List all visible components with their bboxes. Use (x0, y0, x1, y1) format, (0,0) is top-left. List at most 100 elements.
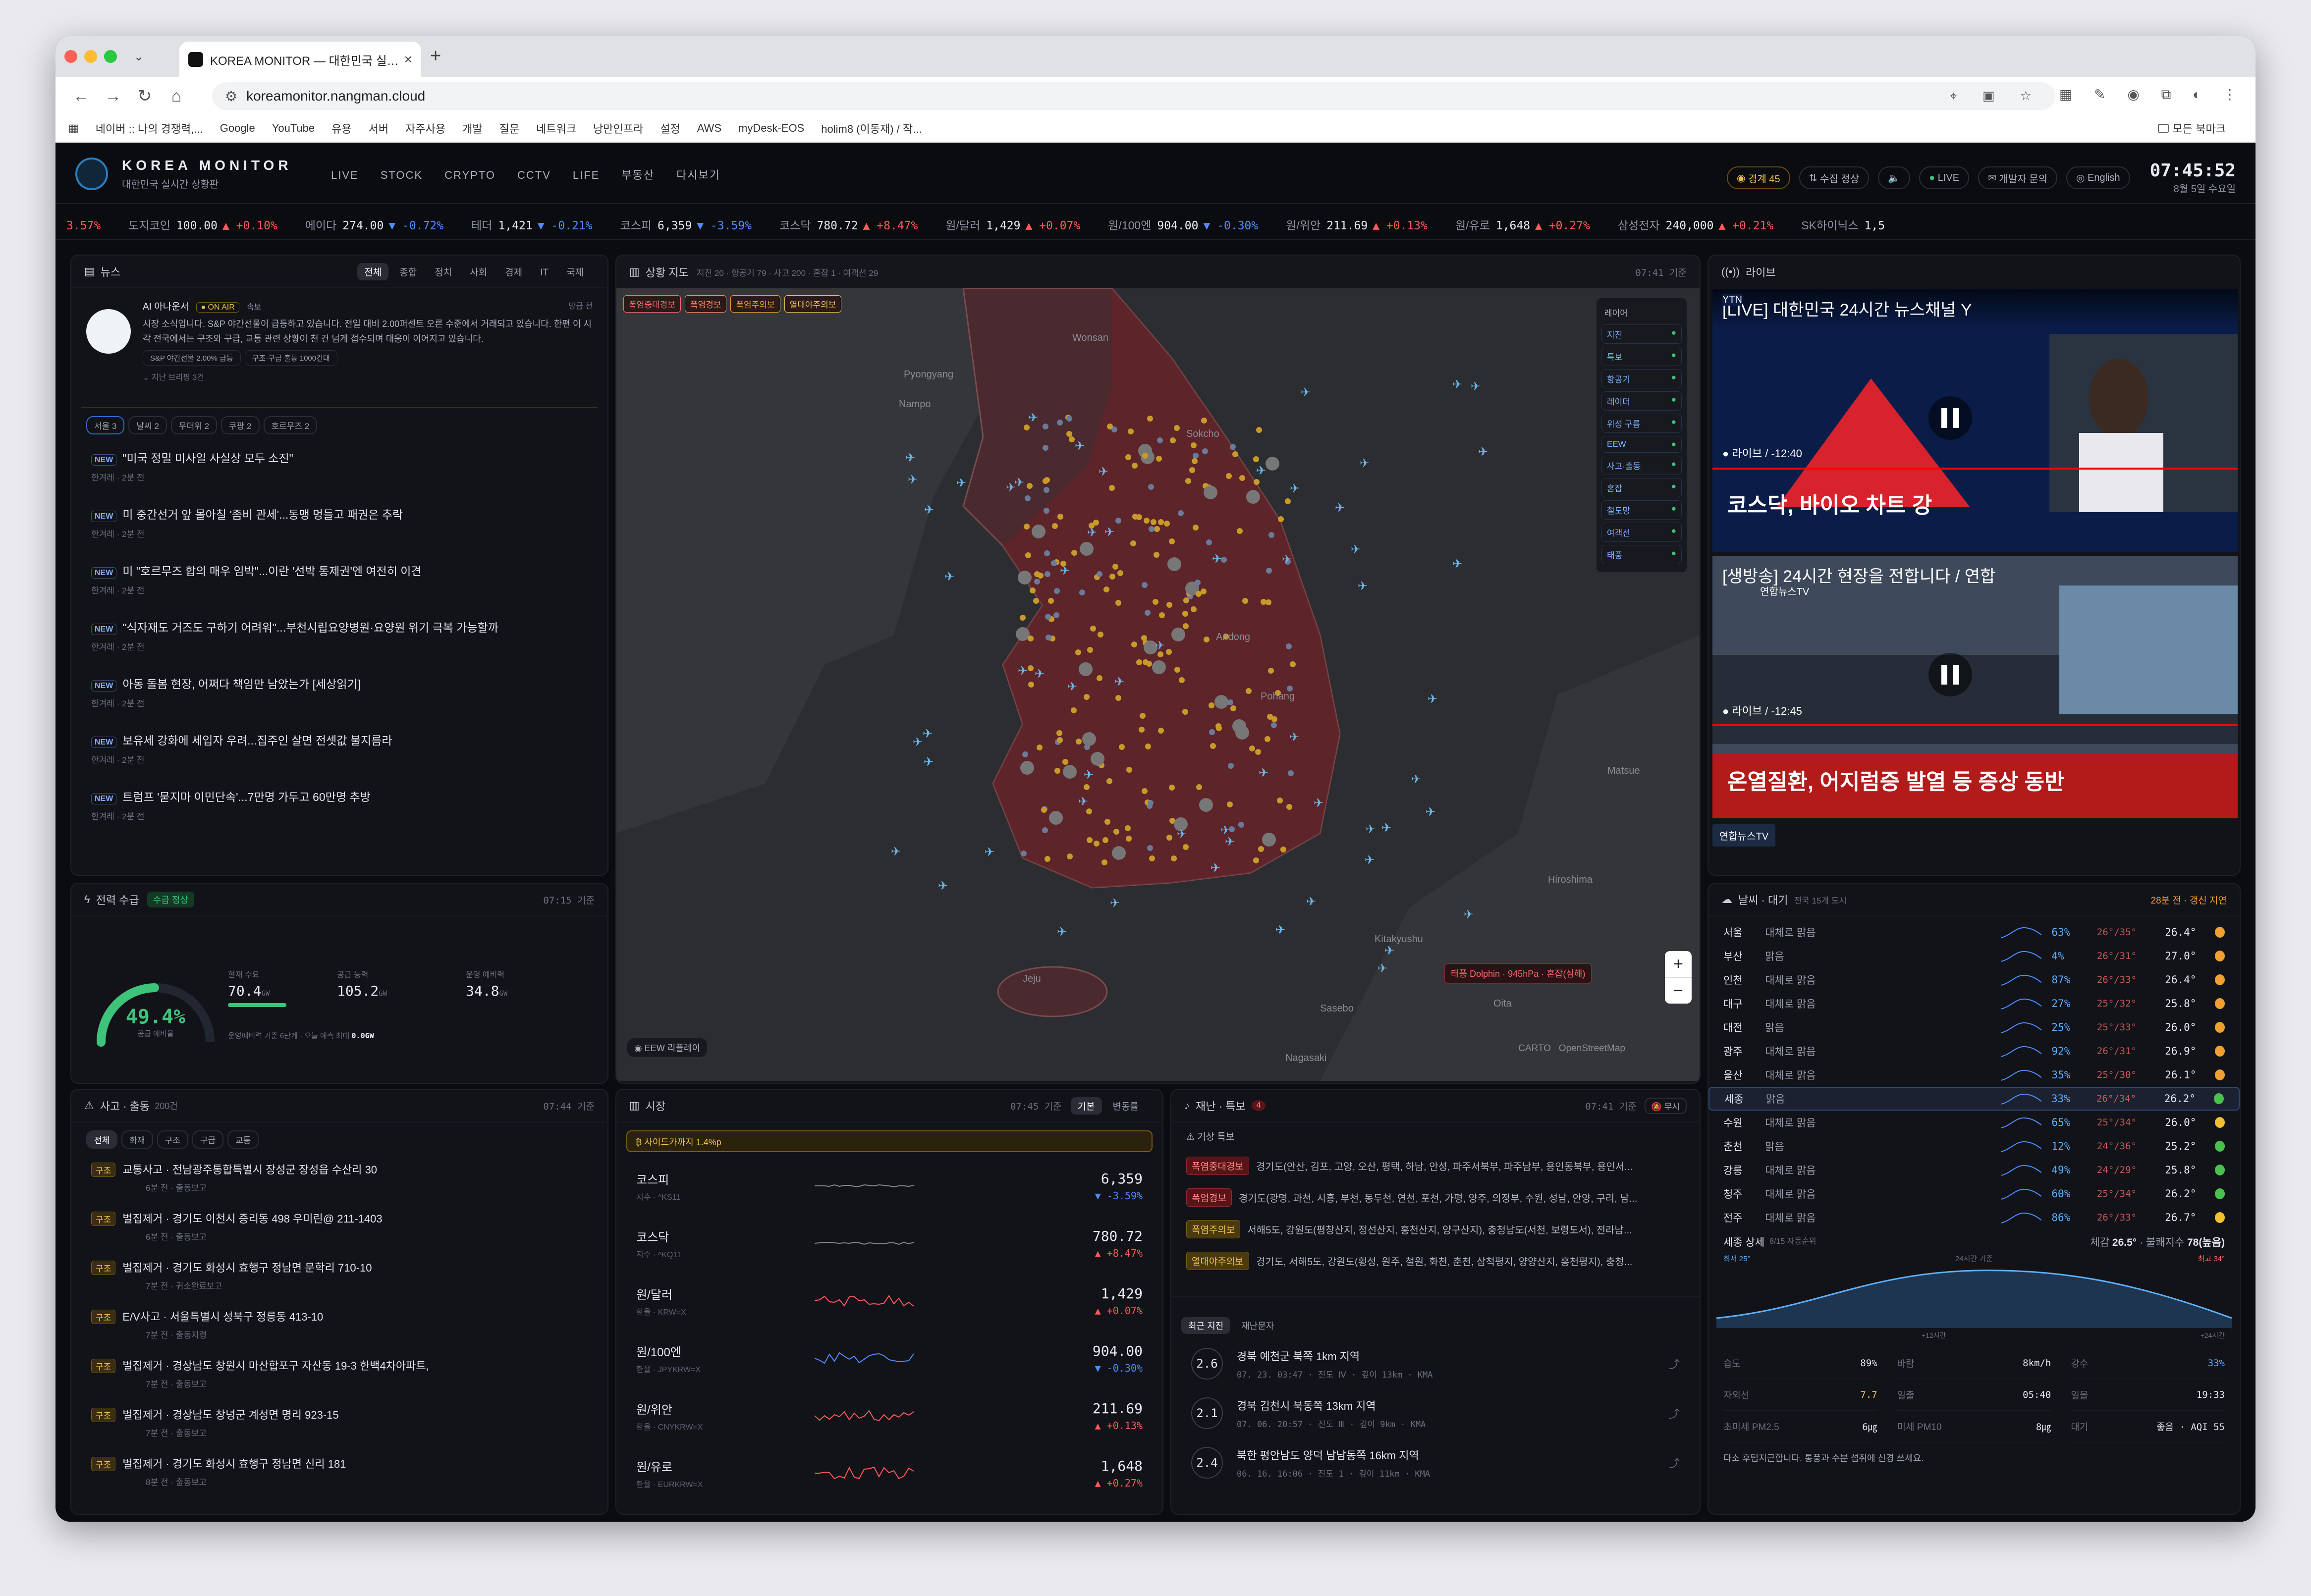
incident-marker[interactable] (1109, 485, 1115, 491)
ticker-item[interactable]: 원/달러 1,429 ▲ +0.07% (945, 216, 1080, 233)
incident-marker[interactable] (1041, 807, 1047, 813)
incident-marker[interactable] (1113, 829, 1119, 835)
incident-marker[interactable] (1239, 475, 1245, 481)
incident-marker[interactable] (1253, 456, 1259, 462)
situation-map[interactable]: ✈ ✈ ✈ ✈ ✈ ✈ ✈ ✈ ✈ ✈ ✈ ✈ ✈ ✈ ✈ ✈ ✈ ✈ ✈ ✈ ✈ ✈ ✈ ✈ ✈ ✈ ✈ ✈ ✈ ✈ ✈ ✈ ✈ ✈ ✈ ✈ ✈ ✈ ✈ ✈… (616, 288, 1700, 1081)
incident-marker[interactable] (1171, 855, 1177, 861)
incident-marker[interactable] (1071, 550, 1077, 556)
aircraft-icon[interactable]: ✈ (1381, 821, 1391, 835)
incident-marker[interactable] (1182, 611, 1188, 617)
ticker-item[interactable]: 원/위안 211.69 ▲ +0.13% (1286, 216, 1428, 233)
city-weather-row[interactable]: 세종 맑음 33% 26°/34° 26.2° (1708, 1087, 2240, 1111)
tab-list-chevron-icon[interactable]: ⌄ (134, 50, 144, 64)
incident-marker[interactable] (1033, 598, 1039, 604)
aircraft-icon[interactable]: ✈ (1290, 482, 1300, 495)
incident-marker[interactable] (1037, 745, 1043, 750)
incident-marker[interactable] (1053, 612, 1059, 618)
back-button[interactable]: ← (65, 87, 97, 106)
aircraft-icon[interactable]: ✈ (924, 755, 934, 769)
news-tab[interactable]: 국제 (559, 263, 591, 280)
layer-toggle[interactable]: 위성 구름 ● (1601, 414, 1682, 433)
aircraft-icon[interactable]: ✈ (923, 727, 933, 741)
aircraft-icon[interactable]: ✈ (1075, 439, 1085, 453)
city-weather-row[interactable]: 광주 대체로 맑음 92% 26°/31° 26.9° (1708, 1039, 2240, 1063)
layer-toggle[interactable]: 철도망 ● (1601, 500, 1682, 520)
city-weather-row[interactable]: 부산 맑음 4% 26°/31° 27.0° (1708, 944, 2240, 968)
ticker-item[interactable]: SK하이닉스 1,5 (1801, 216, 1890, 233)
incident-marker[interactable] (1097, 571, 1102, 577)
incident-marker[interactable] (1030, 587, 1036, 593)
incident-marker[interactable] (1106, 778, 1112, 784)
incident-marker[interactable] (1166, 649, 1172, 655)
ticker-item[interactable]: 코스닥 780.72 ▲ +8.47% (779, 216, 918, 233)
incident-marker[interactable] (1069, 436, 1075, 442)
incident-marker[interactable] (1045, 571, 1050, 577)
aircraft-icon[interactable]: ✈ (1452, 557, 1462, 571)
incident-marker[interactable] (1255, 749, 1261, 755)
incident-marker[interactable] (1280, 847, 1286, 852)
weather-warning-row[interactable]: 폭염주의보 서해5도, 강원도(평창산지, 정선산지, 홍천산지, 양구산지), … (1171, 1213, 1700, 1245)
aircraft-icon[interactable]: ✈ (1060, 564, 1070, 578)
news-tab[interactable]: 종합 (392, 263, 424, 280)
bookmark-item[interactable]: 낭만인프라 (593, 120, 643, 136)
incident-marker[interactable] (1193, 453, 1199, 459)
aircraft-icon[interactable]: ✈ (1057, 925, 1067, 939)
incident-marker[interactable] (1226, 473, 1232, 479)
aircraft-icon[interactable]: ✈ (985, 846, 994, 859)
incident-item[interactable]: 구조 벌집제거 · 경상남도 창원시 마산합포구 자산동 19-3 한백4차아파트… (71, 1348, 607, 1397)
incident-marker[interactable] (1192, 458, 1198, 464)
incident-marker[interactable] (1020, 761, 1034, 775)
news-tab[interactable]: IT (533, 266, 555, 280)
incident-marker[interactable] (1067, 853, 1073, 859)
aircraft-icon[interactable]: ✈ (1282, 553, 1292, 566)
incident-marker[interactable] (1182, 709, 1188, 715)
bookmark-item[interactable]: myDesk-EOS (738, 120, 804, 136)
incident-marker[interactable] (1054, 768, 1060, 774)
incident-item[interactable]: 구조 벌집제거 · 경기도 화성시 효행구 정남면 문학리 710-10 7분 전 … (71, 1250, 607, 1299)
incident-marker[interactable] (1028, 665, 1034, 671)
incident-marker[interactable] (1227, 801, 1233, 807)
aircraft-icon[interactable]: ✈ (1212, 552, 1222, 566)
incident-marker[interactable] (1140, 713, 1146, 719)
incident-marker[interactable] (1286, 643, 1292, 649)
incident-marker[interactable] (1091, 752, 1104, 766)
reload-button[interactable]: ↻ (129, 86, 161, 106)
incident-marker[interactable] (1111, 426, 1117, 432)
ytn-progress-bar[interactable] (1712, 468, 2238, 470)
incident-marker[interactable] (1158, 519, 1164, 525)
aircraft-icon[interactable]: ✈ (1114, 675, 1124, 689)
bookmark-item[interactable]: 네이버 :: 나의 경쟁력,... (96, 120, 203, 136)
ytn-video-player[interactable]: [LIVE] 대한민국 24시간 뉴스채널 Y YTN ● 라이브 / -12:… (1712, 289, 2238, 552)
city-weather-row[interactable]: 울산 대체로 맑음 35% 25°/30° 26.1° (1708, 1063, 2240, 1087)
aircraft-icon[interactable]: ✈ (1314, 797, 1323, 810)
address-bar[interactable]: ⚙ koreamonitor.nangman.cloud ⌖ ▣ ☆ (212, 82, 2055, 110)
incident-marker[interactable] (1076, 739, 1082, 745)
incident-marker[interactable] (1278, 516, 1284, 522)
incident-marker[interactable] (1125, 454, 1131, 460)
incident-marker[interactable] (1290, 661, 1296, 667)
incident-marker[interactable] (1246, 490, 1260, 504)
incident-marker[interactable] (1230, 444, 1236, 450)
city-weather-row[interactable]: 춘천 맑음 12% 24°/36° 25.2° (1708, 1134, 2240, 1158)
share-icon[interactable]: ⤴ (1669, 1356, 1680, 1372)
incident-marker[interactable] (1052, 523, 1058, 529)
aircraft-icon[interactable]: ✈ (913, 736, 923, 749)
incident-marker[interactable] (1042, 827, 1048, 833)
incident-marker[interactable] (1145, 610, 1151, 616)
aircraft-icon[interactable]: ✈ (1428, 692, 1437, 706)
incident-marker[interactable] (1174, 425, 1180, 431)
minimize-window-button[interactable] (84, 50, 97, 63)
incident-marker[interactable] (1254, 479, 1260, 485)
incident-marker[interactable] (1242, 598, 1248, 604)
aircraft-icon[interactable]: ✈ (1014, 476, 1024, 489)
close-window-button[interactable] (64, 50, 77, 63)
aircraft-icon[interactable]: ✈ (1104, 526, 1114, 539)
incident-marker[interactable] (1228, 763, 1234, 769)
weather-warning-row[interactable]: 폭염중대경보 경기도(안산, 김포, 고양, 오산, 평택, 하남, 안성, 파주… (1171, 1150, 1700, 1181)
aircraft-icon[interactable]: ✈ (1067, 680, 1077, 693)
nav-item[interactable]: STOCK (381, 169, 423, 181)
aircraft-icon[interactable]: ✈ (1220, 824, 1230, 837)
all-bookmarks-folder[interactable]: 모든 북마크 (2157, 120, 2226, 136)
incident-marker[interactable] (1024, 425, 1030, 430)
incident-marker[interactable] (1268, 668, 1274, 674)
